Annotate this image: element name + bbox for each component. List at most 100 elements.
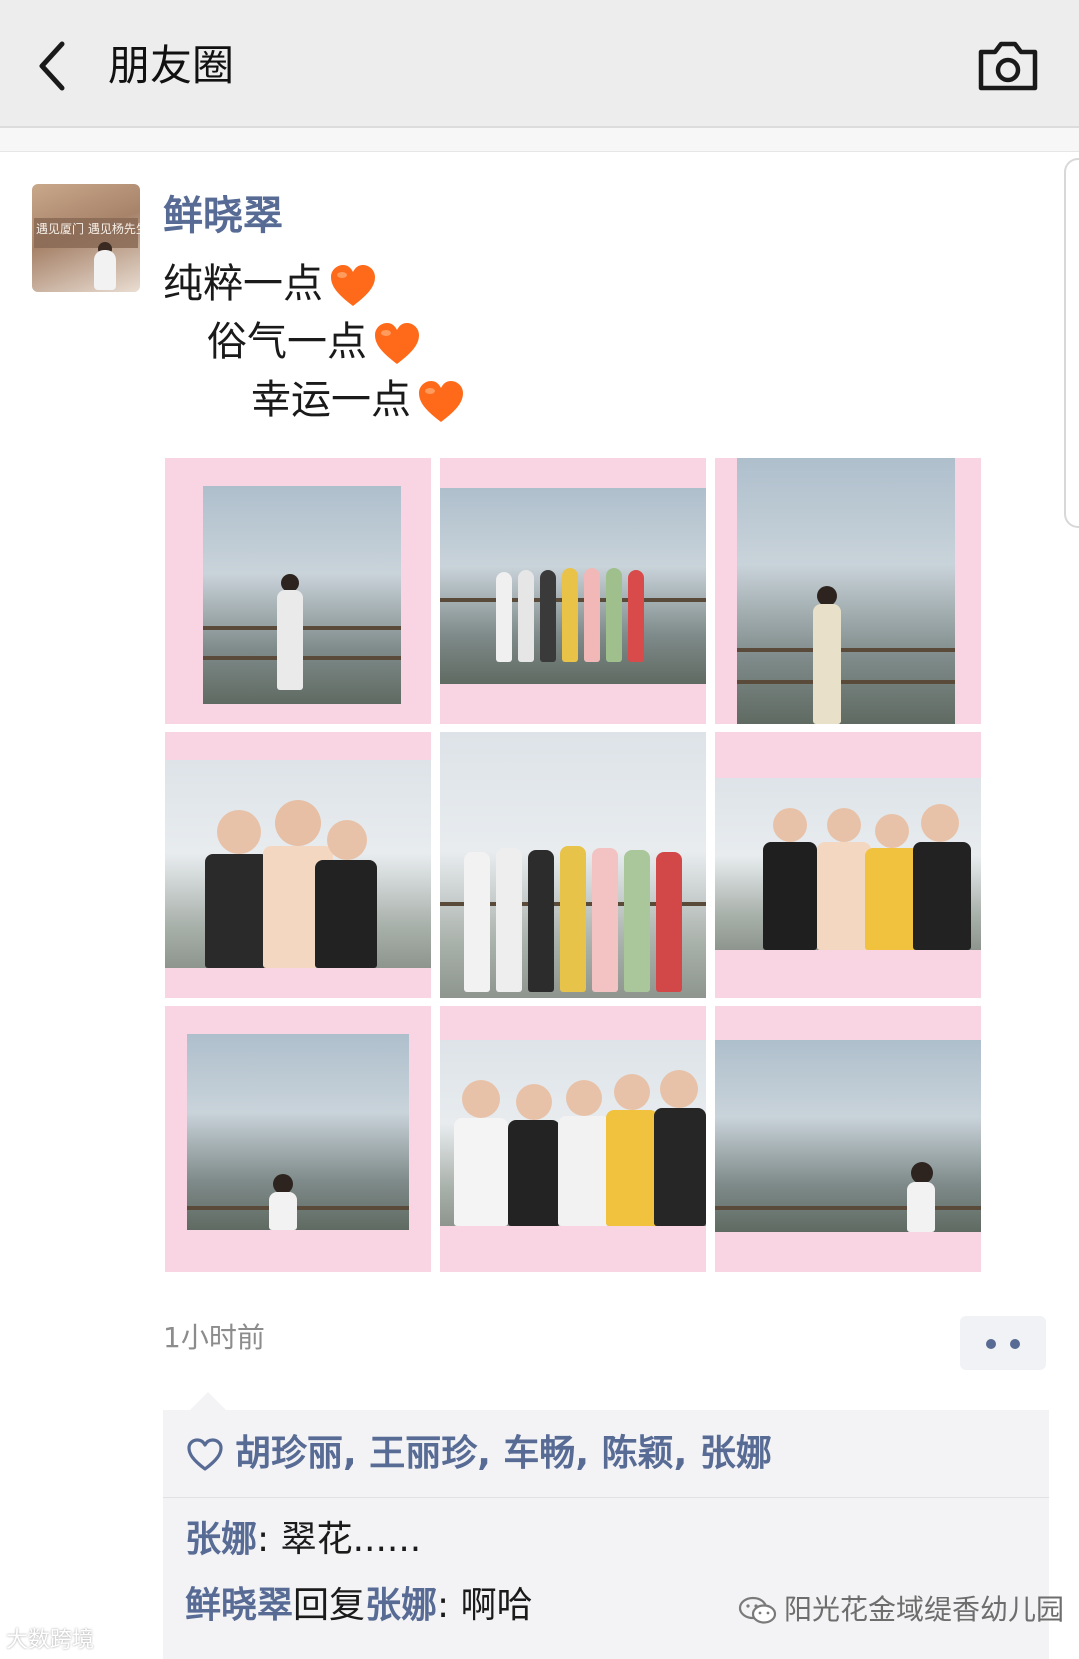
watermark-right: 阳光花金域缇香幼儿园 [738,1588,1064,1628]
person [606,1110,658,1226]
person [813,604,841,724]
person [315,860,377,968]
person [508,1120,560,1226]
photo-thumbnail[interactable] [440,458,706,724]
post-text-line-3: 幸运一点 [251,377,411,423]
post-text-line-2: 俗气一点 [207,319,367,365]
person-head [217,810,261,854]
railing [737,648,955,652]
photo-thumbnail[interactable] [165,732,431,998]
person [496,848,522,992]
watermark-right-text: 阳光花金域缇香幼儿园 [784,1593,1065,1626]
photo-thumbnail[interactable] [165,1006,431,1272]
wechat-logo-icon [738,1596,777,1624]
photo-thumbnail[interactable] [715,732,981,998]
photo [440,1040,706,1226]
post-text-line-1: 纯粹一点 [163,261,323,307]
person-head [911,1162,933,1184]
person-head [516,1084,552,1120]
post-timestamp: 1小时前 [163,1321,265,1354]
railing [715,1206,981,1210]
comment-text: 翠花...... [280,1519,422,1560]
person [584,568,600,662]
person-head [660,1070,698,1108]
comment-separator: : [437,1585,461,1626]
person [606,568,622,662]
person [558,1116,610,1226]
chevron-left-icon [39,41,65,91]
photo-thumbnail[interactable] [165,458,431,724]
photo [440,732,706,998]
photo [715,1040,981,1232]
comment-separator: : [257,1519,281,1560]
person-head [921,804,959,842]
back-button[interactable] [30,38,80,94]
person [277,590,303,690]
post-text-line: 纯粹一点 [163,258,377,310]
comment[interactable]: 鲜晓翠回复张娜: 啊哈 [185,1580,533,1632]
more-dots-icon [1010,1339,1020,1349]
comment-reply-target[interactable]: 张娜 [365,1585,437,1626]
person [624,850,650,992]
camera-button[interactable] [975,38,1041,94]
more-options-button[interactable] [960,1316,1046,1370]
comment-author[interactable]: 鲜晓翠 [185,1585,293,1626]
person-head [614,1074,650,1110]
person-head [817,586,837,606]
comment-author[interactable]: 张娜 [185,1519,257,1560]
section-divider [0,128,1079,152]
post-text-line: 幸运一点 [251,374,465,426]
person-head [462,1080,500,1118]
photo [737,458,955,724]
person [817,842,871,950]
person-head [875,814,909,848]
person [913,842,971,950]
orange-heart-icon [331,265,375,306]
person [496,572,512,662]
camera-icon [978,41,1038,91]
photo [187,1034,409,1230]
person-head [275,800,321,846]
avatar-person [94,250,116,290]
comment-reply-word: 回复 [293,1585,366,1626]
watermark-left: 大数跨境 [6,1628,95,1653]
social-box-pointer [190,1392,226,1410]
person-head [566,1080,602,1116]
person [654,1108,706,1226]
person [560,846,586,992]
person [454,1118,508,1226]
photo-grid [165,458,984,1272]
person [518,570,534,662]
railing [187,1206,409,1210]
likers-list[interactable]: 胡珍丽, 王丽珍, 车畅, 陈颖, 张娜 [235,1428,772,1480]
photo [165,760,431,968]
person [656,852,682,992]
photo-thumbnail[interactable] [440,1006,706,1272]
person-head [773,808,807,842]
person [562,568,578,662]
comment-text: 啊哈 [460,1585,533,1626]
person [592,848,618,992]
page-title: 朋友圈 [108,41,235,90]
railing [737,680,955,684]
comment[interactable]: 张娜: 翠花...... [185,1514,421,1566]
person [628,570,644,662]
likes-row: 胡珍丽, 王丽珍, 车畅, 陈颖, 张娜 [163,1410,1049,1498]
photo [440,488,706,684]
post-text-line: 俗气一点 [207,316,421,368]
avatar-sign-text: 遇见厦门 遇见杨先生 [36,222,140,236]
top-navigation-bar: 朋友圈 [0,0,1079,128]
photo-thumbnail[interactable] [715,458,981,724]
person [205,854,269,968]
scroll-edge-handle[interactable] [1064,158,1079,528]
photo-thumbnail[interactable] [440,732,706,998]
person [269,1192,297,1230]
post-username[interactable]: 鲜晓翠 [163,190,283,242]
person [540,570,556,662]
avatar[interactable]: 遇见厦门 遇见杨先生 [32,184,140,292]
person [464,852,490,992]
photo [715,778,981,950]
person [907,1182,935,1232]
photo-thumbnail[interactable] [715,1006,981,1272]
person [865,848,919,950]
